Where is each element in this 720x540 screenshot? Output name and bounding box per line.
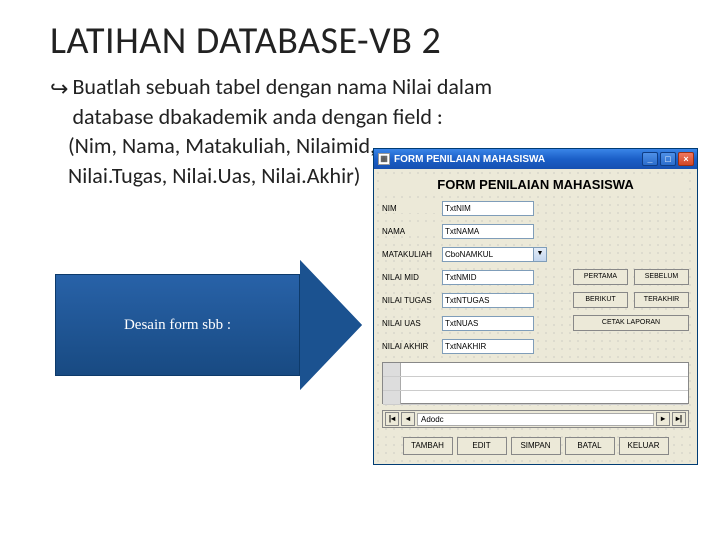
simpan-button[interactable]: SIMPAN — [511, 437, 561, 455]
edit-button[interactable]: EDIT — [457, 437, 507, 455]
terakhir-button[interactable]: TERAKHIR — [634, 292, 689, 308]
nav-prev-icon[interactable]: ◂ — [401, 412, 415, 426]
label-matakuliah: MATAKULIAH — [382, 250, 442, 259]
nav-last-icon[interactable]: ▸| — [672, 412, 686, 426]
arrow-head-icon — [300, 260, 362, 390]
bullet-line-2: database dbakademik anda dengan field : — [72, 103, 442, 130]
bullet-item: ↪ Buatlah sebuah tabel dengan nama Nilai… — [50, 72, 670, 131]
close-button[interactable]: × — [678, 152, 694, 166]
nav-next-icon[interactable]: ▸ — [656, 412, 670, 426]
pertama-button[interactable]: PERTAMA — [573, 269, 628, 285]
data-grid[interactable] — [382, 362, 689, 404]
label-nilaimid: NILAI MID — [382, 273, 442, 282]
berikut-button[interactable]: BERIKUT — [573, 292, 628, 308]
maximize-button[interactable]: □ — [660, 152, 676, 166]
label-nilaitugas: NILAI TUGAS — [382, 296, 442, 305]
cetak-button[interactable]: CETAK LAPORAN — [573, 315, 689, 331]
minimize-button[interactable]: _ — [642, 152, 658, 166]
window-title: FORM PENILAIAN MAHASISWA — [394, 154, 642, 165]
nav-first-icon[interactable]: |◂ — [385, 412, 399, 426]
keluar-button[interactable]: KELUAR — [619, 437, 669, 455]
form-heading: FORM PENILAIAN MAHASISWA — [382, 177, 689, 192]
label-nilaiuas: NILAI UAS — [382, 319, 442, 328]
titlebar: ▦ FORM PENILAIAN MAHASISWA _ □ × — [374, 149, 697, 169]
tambah-button[interactable]: TAMBAH — [403, 437, 453, 455]
adodc-navigator: |◂ ◂ Adodc ▸ ▸| — [382, 410, 689, 428]
combo-matakuliah[interactable]: CboNAMKUL ▼ — [442, 247, 547, 262]
chevron-down-icon[interactable]: ▼ — [533, 248, 546, 261]
input-nilaiuas[interactable]: TxtNUAS — [442, 316, 534, 331]
slide-title: LATIHAN DATABASE-VB 2 — [50, 18, 670, 64]
sebelum-button[interactable]: SEBELUM — [634, 269, 689, 285]
arrow-callout: Desain form sbb : — [55, 260, 365, 390]
label-nim: NIM — [382, 204, 442, 213]
bullet-line-1: Buatlah sebuah tabel dengan nama Nilai d… — [72, 73, 492, 100]
combo-value: CboNAMKUL — [445, 248, 493, 261]
input-nilaitugas[interactable]: TxtNTUGAS — [442, 293, 534, 308]
bullet-icon: ↪ — [50, 74, 68, 104]
input-nama[interactable]: TxtNAMA — [442, 224, 534, 239]
input-nilaimid[interactable]: TxtNMID — [442, 270, 534, 285]
input-nim[interactable]: TxtNIM — [442, 201, 534, 216]
nav-text: Adodc — [417, 413, 654, 426]
app-icon: ▦ — [378, 153, 390, 165]
label-nama: NAMA — [382, 227, 442, 236]
vb-form-window: ▦ FORM PENILAIAN MAHASISWA _ □ × FORM PE… — [373, 148, 698, 465]
label-nilaiakhir: NILAI AKHIR — [382, 342, 442, 351]
arrow-label: Desain form sbb : — [124, 317, 231, 334]
input-nilaiakhir[interactable]: TxtNAKHIR — [442, 339, 534, 354]
batal-button[interactable]: BATAL — [565, 437, 615, 455]
